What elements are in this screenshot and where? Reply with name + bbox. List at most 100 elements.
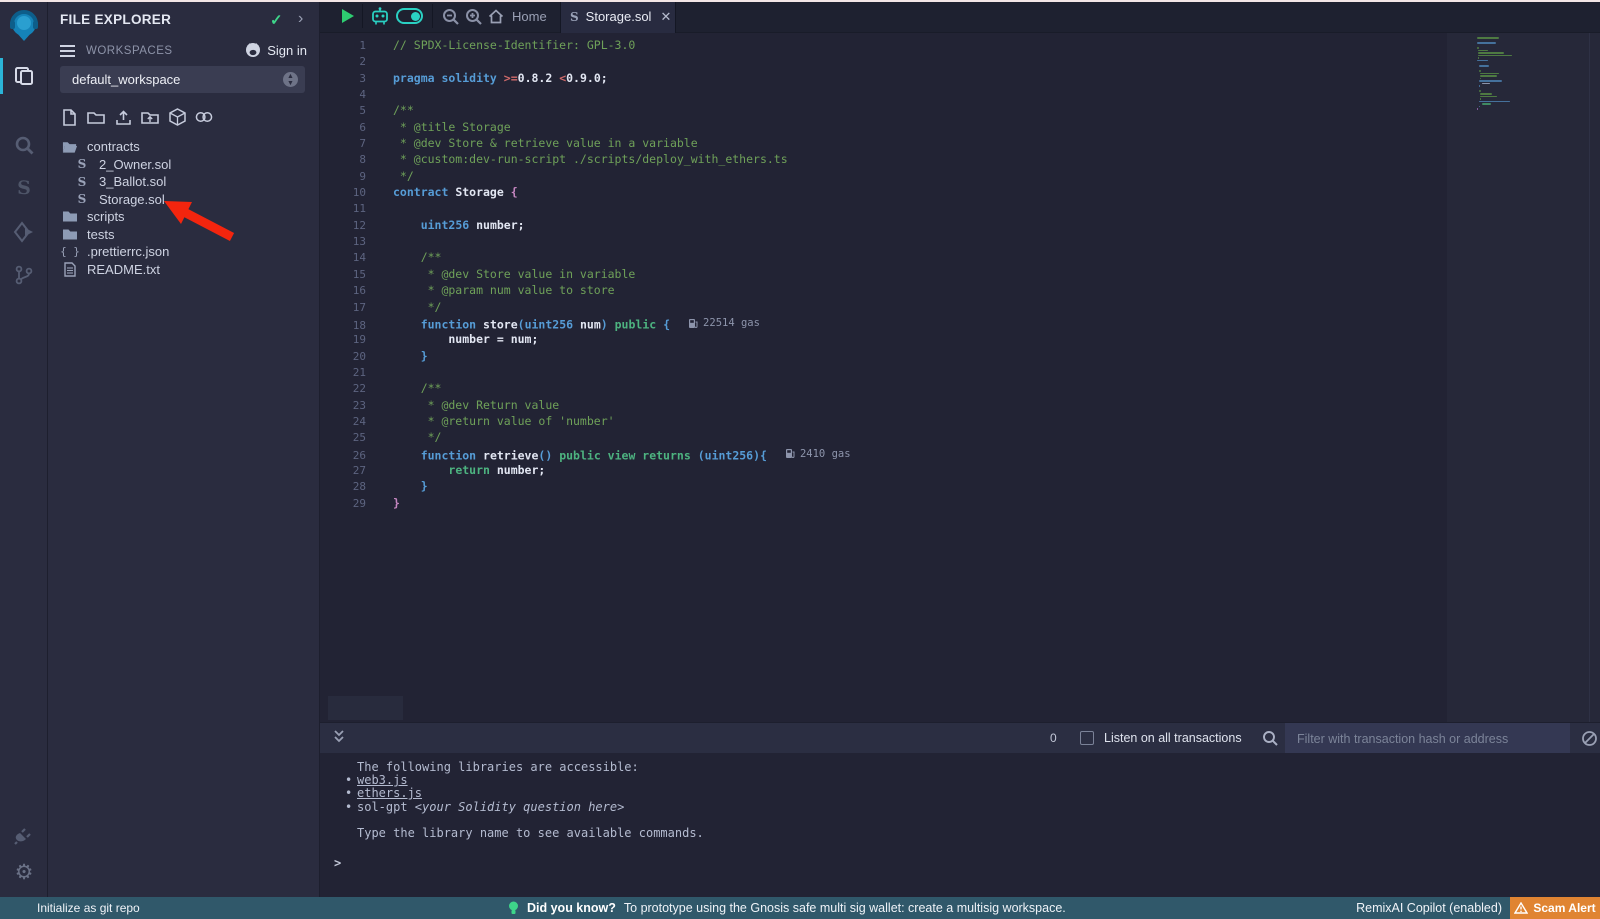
terminal-prompt[interactable]: > [334, 856, 341, 870]
code-line-1[interactable]: 1// SPDX-License-Identifier: GPL-3.0 [320, 37, 1447, 53]
terminal-link[interactable]: ethers.js [357, 786, 422, 800]
listen-all-transactions-checkbox[interactable] [1080, 731, 1094, 745]
editor-scrollbar[interactable] [1589, 33, 1590, 722]
code-line-18[interactable]: 18 function store(uint256 num) public {2… [320, 315, 1447, 331]
tab-home[interactable]: Home [478, 0, 557, 33]
tree-item-readme-txt[interactable]: README.txt [48, 261, 319, 279]
code-line-15[interactable]: 15 * @dev Store value in variable [320, 266, 1447, 282]
code-line-9[interactable]: 9 */ [320, 168, 1447, 184]
tab-storage-sol[interactable]: S Storage.sol ✕ [560, 0, 676, 33]
code-line-24[interactable]: 24 * @return value of 'number' [320, 413, 1447, 429]
terminal-search-button[interactable] [1262, 730, 1279, 750]
code-line-27[interactable]: 27 return number; [320, 462, 1447, 478]
double-chevron-down-icon [332, 729, 346, 746]
workspace-select[interactable]: default_workspace ▲▼ [60, 66, 305, 93]
line-number: 2 [320, 54, 366, 70]
code-line-13[interactable]: 13 [320, 233, 1447, 249]
tree-item-tests[interactable]: tests [48, 226, 319, 244]
sidebar-item-plugin-manager[interactable] [0, 815, 48, 855]
code-line-19[interactable]: 19 number = num; [320, 331, 1447, 347]
new-file-icon[interactable] [60, 108, 78, 126]
code-line-17[interactable]: 17 */ [320, 299, 1447, 315]
code-line-20[interactable]: 20 } [320, 348, 1447, 364]
remix-ai-logo-icon [6, 8, 42, 44]
code-line-26[interactable]: 26 function retrieve() public view retur… [320, 446, 1447, 462]
github-sign-in-button[interactable]: Sign in [245, 42, 307, 58]
gas-estimate: 22514 gas [688, 315, 760, 331]
sidebar-item-deploy-run[interactable] [0, 212, 48, 252]
initialize-git-repo-button[interactable]: Initialize as git repo [37, 901, 140, 915]
run-script-play-button[interactable] [342, 9, 354, 23]
warning-triangle-icon [1514, 902, 1528, 914]
ipfs-box-icon[interactable] [168, 108, 186, 126]
tree-item-label: scripts [87, 209, 125, 224]
scam-alert-button[interactable]: Scam Alert [1510, 897, 1600, 919]
code-line-14[interactable]: 14 /** [320, 249, 1447, 265]
terminal-header: 0 Listen on all transactions [320, 722, 1600, 753]
code-line-3[interactable]: 3pragma solidity >=0.8.2 <0.9.0; [320, 70, 1447, 86]
workspaces-menu-icon[interactable] [60, 45, 75, 57]
terminal[interactable]: The following libraries are accessible:•… [320, 753, 1600, 897]
tree-item--prettierrc-json[interactable]: { } .prettierrc.json [48, 243, 319, 261]
sidebar-item-search[interactable] [0, 125, 48, 165]
copilot-status[interactable]: RemixAI Copilot (enabled) [1356, 901, 1502, 915]
sidebar-item-git[interactable] [0, 255, 48, 295]
code-line-7[interactable]: 7 * @dev Store & retrieve value in a var… [320, 135, 1447, 151]
code-line-11[interactable]: 11 [320, 200, 1447, 216]
tab-close-icon[interactable]: ✕ [660, 9, 671, 25]
code-line-22[interactable]: 22 /** [320, 380, 1447, 396]
new-folder-icon[interactable] [87, 108, 105, 126]
code-line-2[interactable]: 2 [320, 53, 1447, 69]
code-line-29[interactable]: 29} [320, 495, 1447, 511]
minimap [1477, 37, 1587, 111]
terminal-collapse-button[interactable] [332, 729, 346, 749]
panel-title: FILE EXPLORER [60, 12, 171, 27]
remix-ai-assistant-button[interactable] [370, 7, 390, 29]
json-braces-icon: { } [60, 245, 80, 258]
code-line-25[interactable]: 25 */ [320, 429, 1447, 445]
code-editor[interactable]: 1// SPDX-License-Identifier: GPL-3.023pr… [320, 33, 1600, 722]
code-line-4[interactable]: 4 [320, 86, 1447, 102]
copilot-toggle[interactable] [396, 8, 423, 24]
line-number: 12 [320, 218, 366, 234]
sidebar-item-file-explorer[interactable] [0, 56, 48, 96]
transaction-filter-input[interactable] [1285, 723, 1570, 754]
minimap-panel[interactable] [1447, 33, 1600, 722]
terminal-link[interactable]: web3.js [357, 773, 408, 787]
zoom-out-button[interactable] [442, 8, 460, 29]
line-number: 8 [320, 152, 366, 168]
tree-item-2-owner-sol[interactable]: S2_Owner.sol [48, 156, 319, 174]
horizontal-scrollbar-thumb[interactable] [328, 696, 403, 720]
tree-item-storage-sol[interactable]: SStorage.sol [48, 191, 319, 209]
settings-gear-icon: ⚙ [15, 863, 34, 883]
tree-item-3-ballot-sol[interactable]: S3_Ballot.sol [48, 173, 319, 191]
code-line-5[interactable]: 5/** [320, 102, 1447, 118]
code-line-16[interactable]: 16 * @param num value to store [320, 282, 1447, 298]
code-line-12[interactable]: 12 uint256 number; [320, 217, 1447, 233]
code-line-6[interactable]: 6 * @title Storage [320, 119, 1447, 135]
tree-item-scripts[interactable]: scripts [48, 208, 319, 226]
upload-folder-icon[interactable] [141, 108, 159, 126]
code-line-23[interactable]: 23 * @dev Return value [320, 397, 1447, 413]
home-tab-label: Home [512, 9, 547, 24]
sidebar-item-settings[interactable]: ⚙ [0, 853, 48, 893]
link-icon[interactable] [195, 108, 213, 126]
compile-check-icon[interactable]: ✓ [270, 11, 283, 29]
remix-logo[interactable] [0, 6, 48, 46]
line-number: 11 [320, 201, 366, 217]
did-you-know-tip: Did you know? To prototype using the Gno… [508, 901, 1066, 916]
listen-all-transactions-label: Listen on all transactions [1104, 731, 1242, 745]
tree-item-contracts[interactable]: contracts [48, 138, 319, 156]
code-line-21[interactable]: 21 [320, 364, 1447, 380]
home-icon [488, 9, 504, 24]
sidebar-item-solidity-compiler[interactable]: S [0, 168, 48, 208]
status-bar: Initialize as git repo Did you know? To … [0, 897, 1600, 919]
upload-file-icon[interactable] [114, 108, 132, 126]
tree-item-label: .prettierrc.json [87, 244, 169, 259]
code-line-8[interactable]: 8 * @custom:dev-run-script ./scripts/dep… [320, 151, 1447, 167]
plugin-plug-icon [13, 824, 35, 846]
clear-console-button[interactable] [1581, 730, 1598, 750]
code-line-28[interactable]: 28 } [320, 478, 1447, 494]
panel-expand-chevron-icon[interactable]: › [298, 10, 303, 28]
code-line-10[interactable]: 10contract Storage { [320, 184, 1447, 200]
